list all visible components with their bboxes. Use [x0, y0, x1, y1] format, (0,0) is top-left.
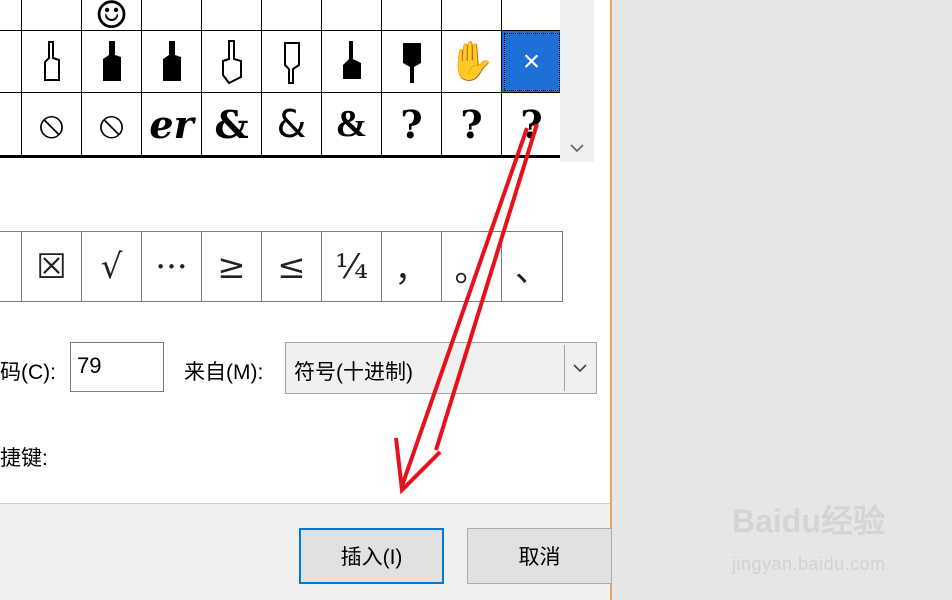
- char-code-input[interactable]: 79: [70, 342, 164, 392]
- symbol-cell[interactable]: [0, 0, 22, 31]
- watermark-url: jingyan.baidu.com: [732, 554, 886, 574]
- recent-symbol[interactable]: 、: [502, 232, 562, 301]
- hand-symbol[interactable]: ✋: [442, 31, 502, 93]
- from-select-value: 符号(十进制): [294, 361, 413, 384]
- symbol-cell[interactable]: [502, 0, 562, 31]
- recent-symbol[interactable]: [0, 232, 22, 301]
- cancel-button[interactable]: 取消: [467, 528, 612, 584]
- chevron-down-icon: [570, 144, 584, 153]
- ampersand-symbol[interactable]: &: [202, 93, 262, 156]
- symbol-grid-scrollbar[interactable]: [560, 0, 594, 162]
- pointing-hand-up-icon: [221, 39, 242, 84]
- pointing-hand-black-up-icon: [342, 40, 361, 79]
- ampersand-script-symbol[interactable]: er: [142, 93, 202, 156]
- prohibited-symbol[interactable]: ⦸: [82, 93, 142, 156]
- prohibited-symbol[interactable]: ⦸: [22, 93, 82, 156]
- ampersand-symbol[interactable]: &: [262, 93, 322, 156]
- char-code-label: 码(C):: [0, 361, 56, 384]
- pointing-hand-symbol[interactable]: [22, 31, 82, 93]
- symbol-panel: ☺ ✋ × ⦸ ⦸ e r & & & ? ? ? ☒ √ ··· ≥ ≤ ¼ …: [0, 0, 610, 504]
- insert-button[interactable]: 插入(I): [299, 528, 444, 584]
- pointing-hand-icon: [43, 40, 60, 81]
- question-mark-symbol[interactable]: ?: [382, 93, 442, 156]
- pointing-hand-black-icon: [102, 40, 121, 81]
- question-mark-symbol[interactable]: ?: [502, 93, 562, 156]
- from-select[interactable]: 符号(十进制): [285, 342, 597, 394]
- recent-symbol[interactable]: √: [82, 232, 142, 301]
- symbol-dialog: ☺ ✋ × ⦸ ⦸ e r & & & ? ? ? ☒ √ ··· ≥ ≤ ¼ …: [0, 0, 612, 600]
- from-select-dropdown-button[interactable]: [564, 345, 594, 391]
- et-ligature-glyph: r: [173, 101, 194, 147]
- symbol-cell[interactable]: [442, 0, 502, 31]
- pointing-hand-black-icon: [162, 40, 181, 81]
- pointing-hand-down-symbol[interactable]: [262, 31, 322, 93]
- recent-symbol[interactable]: 。: [442, 232, 502, 301]
- pointing-hand-down-icon: [283, 41, 300, 84]
- shortcut-key-label: 捷键:: [0, 447, 48, 470]
- recent-symbol[interactable]: ¼: [322, 232, 382, 301]
- pointing-hand-up-symbol[interactable]: [202, 31, 262, 93]
- recent-symbol[interactable]: ，: [382, 232, 442, 301]
- symbol-cell[interactable]: [322, 0, 382, 31]
- recent-symbol[interactable]: ≥: [202, 232, 262, 301]
- symbol-cell[interactable]: [0, 93, 22, 156]
- chevron-down-icon: [572, 364, 587, 373]
- symbol-cell[interactable]: [262, 0, 322, 31]
- pointing-hand-black-down-icon: [402, 42, 421, 83]
- symbol-cell[interactable]: ☺: [82, 0, 142, 31]
- symbol-grid: ☺ ✋ × ⦸ ⦸ e r & & & ? ? ?: [0, 0, 562, 158]
- symbol-cell[interactable]: [22, 0, 82, 31]
- et-ligature-glyph: e: [149, 101, 174, 147]
- pointing-hand-black-up-symbol[interactable]: [322, 31, 382, 93]
- selected-symbol-cell[interactable]: ×: [502, 31, 562, 93]
- recent-symbol[interactable]: ≤: [262, 232, 322, 301]
- symbol-cell[interactable]: [382, 0, 442, 31]
- ampersand-symbol[interactable]: &: [322, 93, 382, 156]
- baidu-watermark: Baidu经验 jingyan.baidu.com: [732, 496, 942, 586]
- from-label: 来自(M):: [184, 361, 264, 384]
- scroll-down-arrow[interactable]: [560, 136, 594, 160]
- symbol-cell[interactable]: [142, 0, 202, 31]
- symbol-cell[interactable]: [0, 31, 22, 93]
- question-mark-symbol[interactable]: ?: [442, 93, 502, 156]
- recent-symbol[interactable]: ···: [142, 232, 202, 301]
- baidu-logo: Baidu经验: [732, 503, 885, 539]
- pointing-hand-black-symbol[interactable]: [82, 31, 142, 93]
- recent-symbols-row: ☒ √ ··· ≥ ≤ ¼ ， 。 、: [0, 231, 563, 302]
- pointing-hand-black-symbol[interactable]: [142, 31, 202, 93]
- pointing-hand-black-down-symbol[interactable]: [382, 31, 442, 93]
- recent-symbol[interactable]: ☒: [22, 232, 82, 301]
- symbol-cell[interactable]: [202, 0, 262, 31]
